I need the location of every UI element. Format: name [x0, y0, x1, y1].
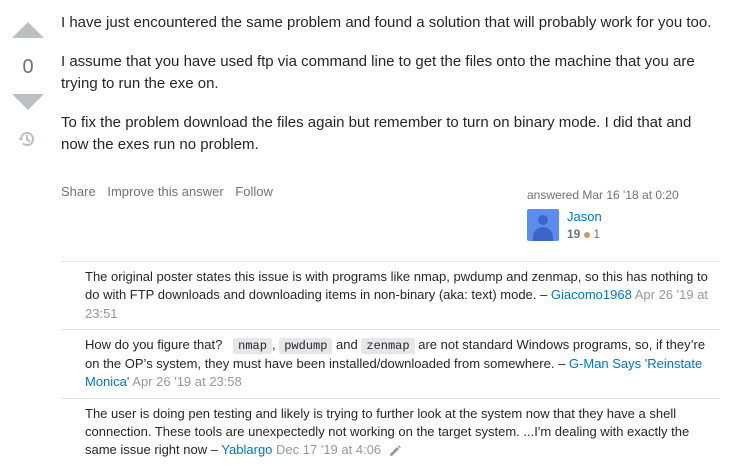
improve-answer-link[interactable]: Improve this answer: [107, 184, 223, 199]
reputation-score: 19: [567, 227, 581, 241]
avatar[interactable]: [527, 209, 559, 241]
code-snippet: pwdump: [279, 337, 333, 354]
comment-text: and: [336, 336, 358, 352]
comment-text: How do you figure that?: [85, 336, 223, 352]
comment-list: The original poster states this issue is…: [61, 261, 720, 466]
code-snippet: zenmap: [361, 337, 415, 354]
pencil-edit-icon[interactable]: [389, 445, 401, 457]
comment: The original poster states this issue is…: [61, 262, 720, 330]
comment: How do you figure that? nmap, pwdump and…: [61, 330, 720, 399]
upvote-arrow-icon[interactable]: [12, 22, 44, 38]
answer-paragraph: I assume that you have used ftp via comm…: [61, 52, 695, 93]
vote-count: 0: [22, 56, 34, 78]
answer-body: I have just encountered the same problem…: [61, 12, 721, 173]
comment-date[interactable]: Dec 17 '19 at 4:06: [276, 442, 381, 457]
code-snippet: nmap: [233, 337, 272, 354]
downvote-arrow-icon[interactable]: [12, 94, 44, 110]
comment: The user is doing pen testing and likely…: [61, 399, 720, 466]
comment-user-link[interactable]: Giacomo1968: [551, 287, 632, 302]
user-name-link[interactable]: Jason: [567, 209, 602, 224]
user-reputation: 19 1: [567, 227, 600, 241]
answer-paragraph: To fix the problem download the files ag…: [61, 113, 692, 154]
comment-text: The user is doing pen testing and likely…: [85, 405, 690, 458]
comment-date[interactable]: Apr 26 '19 at 23:58: [132, 374, 241, 389]
comment-user-link[interactable]: Yablargo: [221, 442, 272, 457]
user-card: answered Mar 16 '18 at 0:20 Jason 19 1: [527, 188, 717, 241]
post-menu: Share Improve this answer Follow: [61, 184, 281, 199]
bronze-badge-count: 1: [593, 227, 601, 241]
bronze-badge-icon: [584, 231, 591, 238]
answered-timestamp[interactable]: answered Mar 16 '18 at 0:20: [527, 188, 717, 202]
share-link[interactable]: Share: [61, 184, 96, 199]
history-icon[interactable]: [17, 129, 37, 149]
answer-paragraph: I have just encountered the same problem…: [61, 14, 712, 31]
follow-link[interactable]: Follow: [235, 184, 273, 199]
